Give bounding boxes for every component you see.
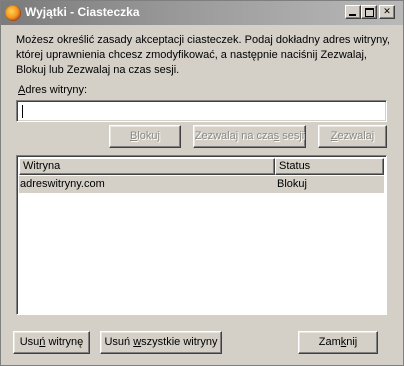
firefox-icon [5, 5, 21, 21]
column-header-status[interactable]: Status [275, 158, 384, 175]
block-button[interactable]: Blokuj [109, 125, 181, 148]
status-cell: Blokuj [277, 178, 307, 190]
window-title: Wyjątki - Ciasteczka [25, 5, 140, 19]
close-icon: ✕ [383, 7, 391, 17]
close-dialog-button[interactable]: Zamknij [298, 331, 378, 354]
remove-site-button[interactable]: Usuń witrynę [13, 331, 90, 354]
allow-session-button[interactable]: Zezwalaj na czas sesji [193, 125, 306, 148]
column-header-site[interactable]: Witryna [19, 158, 275, 175]
close-button[interactable]: ✕ [379, 5, 395, 19]
remove-all-sites-button[interactable]: Usuń wszystkie witryny [100, 331, 222, 354]
exceptions-dialog: Wyjątki - Ciasteczka ✕ Możesz określić z… [0, 0, 404, 366]
minimize-button[interactable] [345, 5, 361, 19]
allow-button[interactable]: Zezwalaj [318, 125, 387, 148]
address-label: Adres witryny: [18, 84, 88, 96]
maximize-button[interactable] [361, 5, 377, 19]
title-bar[interactable]: Wyjątki - Ciasteczka ✕ [1, 1, 403, 25]
address-input[interactable] [16, 100, 387, 122]
text-caret [22, 105, 23, 118]
table-row[interactable]: adreswitryny.com Blokuj [19, 176, 384, 193]
description-text: Możesz określić zasady akceptacji ciaste… [16, 34, 390, 76]
sites-list[interactable]: Witryna Status adreswitryny.com Blokuj [16, 155, 387, 315]
site-cell: adreswitryny.com [20, 178, 105, 190]
